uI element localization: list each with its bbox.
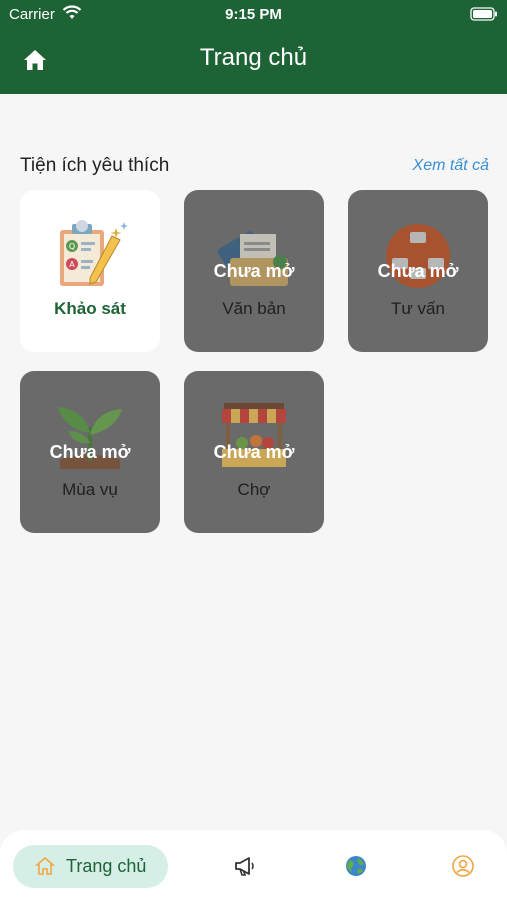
status-bar: Carrier 9:15 PM	[0, 0, 507, 30]
locked-overlay-text: Chưa mở	[377, 261, 459, 281]
locked-overlay-text: Chưa mở	[49, 442, 131, 462]
tab-home[interactable]: Trang chủ	[13, 845, 168, 888]
survey-clipboard-icon: Q A	[60, 220, 128, 286]
page-title: Trang chủ	[199, 44, 308, 71]
tab-home-label: Trang chủ	[66, 856, 147, 876]
tile-documents[interactable]: Chưa mở Văn bản	[184, 190, 324, 352]
profile-icon[interactable]	[451, 854, 475, 878]
tile-label: Khảo sát	[54, 299, 126, 318]
locked-overlay-text: Chưa mở	[213, 261, 295, 281]
tile-survey[interactable]: Q A Khảo sát	[20, 190, 160, 352]
tile-label: Chợ	[237, 480, 271, 499]
megaphone-icon[interactable]	[233, 854, 257, 878]
tile-consulting[interactable]: Chưa mở Tư vấn	[348, 190, 488, 352]
header-bar: Carrier 9:15 PM Trang chủ	[0, 0, 507, 94]
tile-crop-season[interactable]: Chưa mở Mùa vụ	[20, 371, 160, 533]
tile-label: Văn bản	[222, 299, 286, 318]
tile-label: Mùa vụ	[62, 480, 118, 499]
locked-overlay-text: Chưa mở	[213, 442, 295, 462]
svg-text:A: A	[69, 260, 75, 269]
tile-market[interactable]: Chưa mở Chợ	[184, 371, 324, 533]
svg-text:Q: Q	[69, 242, 75, 251]
favorites-title: Tiện ích yêu thích	[20, 155, 170, 176]
see-all-link[interactable]: Xem tất cả	[413, 157, 489, 175]
home-icon	[35, 856, 55, 875]
battery-icon	[470, 7, 497, 21]
globe-icon[interactable]	[344, 854, 368, 878]
tile-label: Tư vấn	[391, 299, 445, 318]
status-time: 9:15 PM	[225, 6, 282, 23]
